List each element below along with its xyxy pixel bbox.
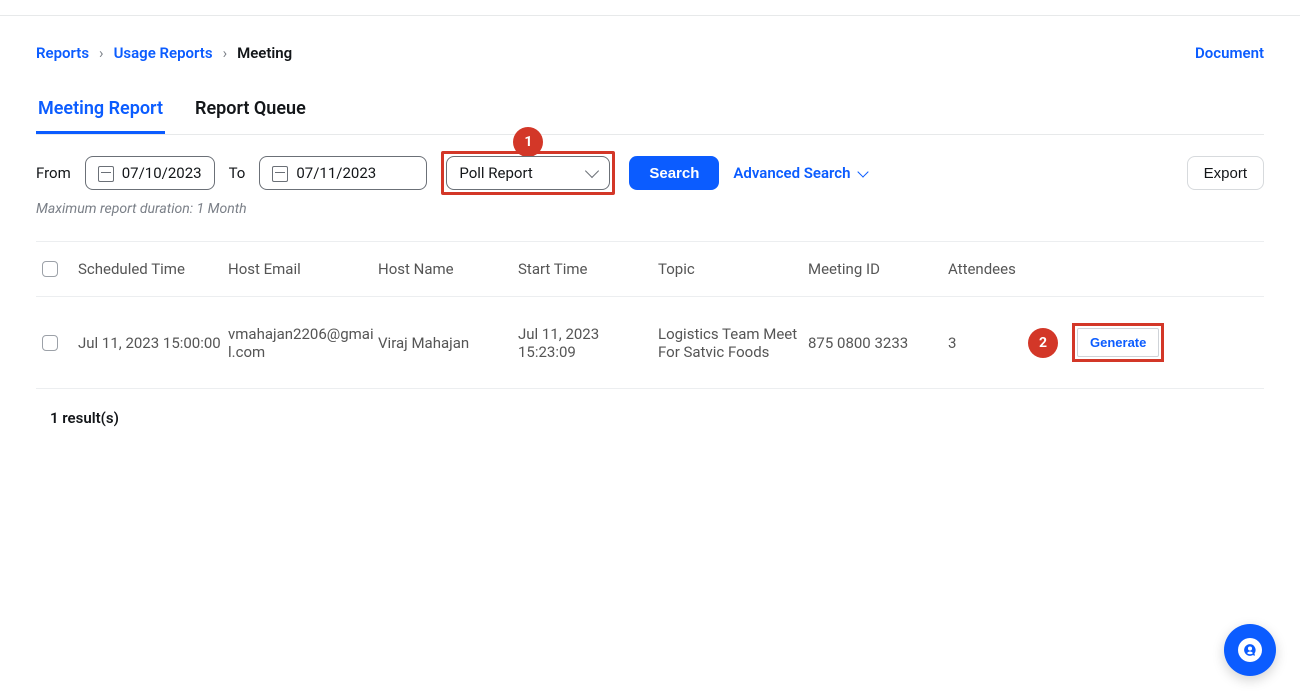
cell-host-name: Viraj Mahajan — [378, 334, 518, 352]
cell-meeting-id: 875 0800 3233 — [808, 334, 948, 352]
select-all-checkbox[interactable] — [42, 261, 58, 277]
to-label: To — [229, 164, 246, 182]
document-link[interactable]: Document — [1195, 44, 1264, 62]
breadcrumb-link-reports[interactable]: Reports — [36, 44, 89, 62]
tabs: Meeting Report Report Queue — [36, 88, 1264, 135]
col-attendees: Attendees — [948, 260, 1028, 278]
breadcrumb-current: Meeting — [237, 44, 292, 62]
help-chat-button[interactable] — [1224, 624, 1276, 676]
result-count: 1 result(s) — [36, 389, 1264, 447]
cell-attendees: 3 — [948, 334, 1028, 352]
col-start-time: Start Time — [518, 260, 658, 278]
calendar-icon — [98, 165, 114, 181]
cell-host-email: vmahajan2206@gmail.com — [228, 325, 378, 361]
search-button[interactable]: Search — [629, 156, 719, 190]
table-header-row: Scheduled Time Host Email Host Name Star… — [36, 241, 1264, 297]
results-table: Scheduled Time Host Email Host Name Star… — [36, 241, 1264, 389]
col-meeting-id: Meeting ID — [808, 260, 948, 278]
from-label: From — [36, 164, 71, 182]
annotation-highlight-2: Generate — [1072, 323, 1164, 362]
date-to-input[interactable]: 07/11/2023 — [259, 156, 427, 190]
cell-start-time: Jul 11, 2023 15:23:09 — [518, 325, 658, 361]
breadcrumb-separator: › — [223, 44, 228, 62]
breadcrumb-separator: › — [99, 44, 104, 62]
duration-hint: Maximum report duration: 1 Month — [36, 201, 1264, 217]
tab-meeting-report[interactable]: Meeting Report — [36, 88, 165, 134]
tab-report-queue[interactable]: Report Queue — [193, 88, 308, 134]
col-host-email: Host Email — [228, 260, 378, 278]
top-border — [0, 0, 1300, 16]
calendar-icon — [272, 165, 288, 181]
breadcrumb: Reports › Usage Reports › Meeting — [36, 44, 292, 62]
advanced-search-toggle[interactable]: Advanced Search — [733, 164, 866, 182]
annotation-badge-2: 2 — [1028, 328, 1058, 358]
date-from-input[interactable]: 07/10/2023 — [85, 156, 215, 190]
help-chat-icon — [1238, 638, 1262, 662]
col-scheduled-time: Scheduled Time — [78, 260, 228, 278]
cell-topic: Logistics Team Meet For Satvic Foods — [658, 325, 808, 361]
date-to-value: 07/11/2023 — [296, 164, 376, 182]
date-from-value: 07/10/2023 — [122, 164, 202, 182]
report-type-select[interactable]: Poll Report — [446, 156, 610, 190]
col-topic: Topic — [658, 260, 808, 278]
table-row: Jul 11, 2023 15:00:00 vmahajan2206@gmail… — [36, 297, 1264, 389]
annotation-highlight-1: Poll Report — [441, 151, 615, 195]
chevron-down-icon — [585, 164, 599, 178]
row-checkbox[interactable] — [42, 335, 58, 351]
chevron-down-icon — [857, 166, 868, 177]
col-host-name: Host Name — [378, 260, 518, 278]
cell-scheduled-time: Jul 11, 2023 15:00:00 — [78, 334, 228, 352]
export-button[interactable]: Export — [1187, 156, 1264, 190]
advanced-search-label: Advanced Search — [733, 164, 850, 182]
report-type-value: Poll Report — [459, 164, 532, 182]
generate-button[interactable]: Generate — [1077, 328, 1159, 357]
breadcrumb-link-usage-reports[interactable]: Usage Reports — [114, 44, 213, 62]
